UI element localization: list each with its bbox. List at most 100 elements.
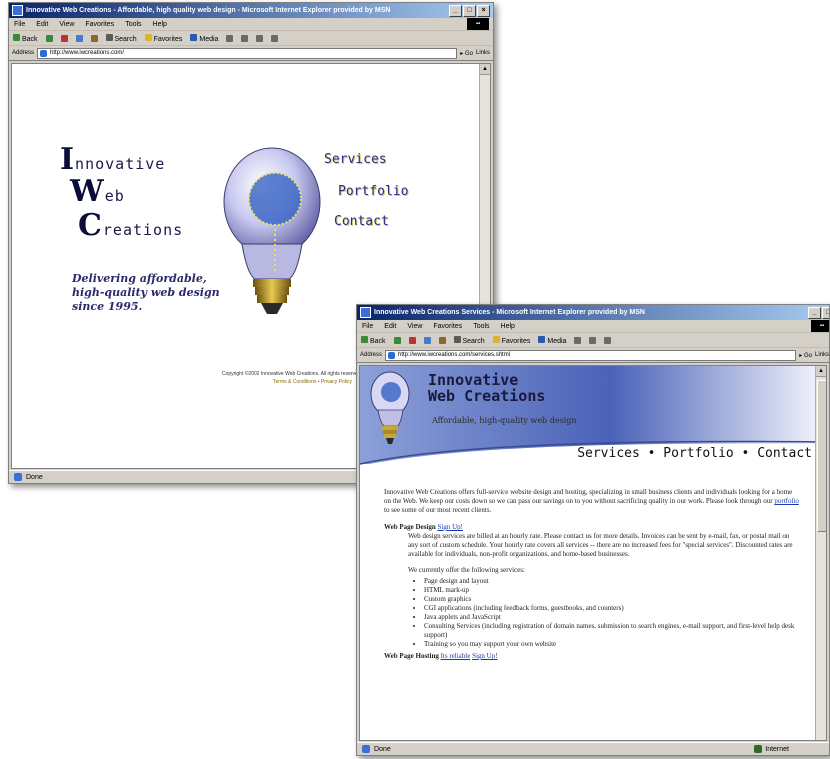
stop-icon[interactable] bbox=[408, 336, 416, 344]
footer-links[interactable]: Terms & Conditions • Privacy Policy bbox=[132, 379, 352, 385]
menu-tools[interactable]: Tools bbox=[125, 21, 141, 28]
tagline-line-2: high-quality web design bbox=[72, 286, 220, 299]
address-input[interactable]: http://www.iwcreations.com/ bbox=[37, 47, 458, 59]
ie-icon bbox=[360, 307, 371, 318]
back-button[interactable]: Back bbox=[361, 335, 386, 345]
vertical-scrollbar[interactable]: ▲ bbox=[815, 366, 826, 740]
menu-view[interactable]: View bbox=[407, 323, 422, 330]
list-item: CGI applications (including feedback for… bbox=[424, 604, 800, 613]
zone-text: Internet bbox=[765, 745, 789, 753]
address-label: Address bbox=[12, 50, 35, 56]
media-icon bbox=[190, 33, 198, 41]
go-button[interactable]: ▸ Go bbox=[799, 352, 812, 359]
search-label: Search bbox=[114, 35, 137, 43]
minimize-button[interactable]: _ bbox=[808, 307, 821, 319]
menu-file[interactable]: File bbox=[14, 21, 25, 28]
scroll-up-icon[interactable]: ▲ bbox=[816, 366, 826, 377]
forward-arrow-icon[interactable] bbox=[45, 34, 53, 42]
home-icon[interactable] bbox=[438, 336, 446, 344]
back-arrow-icon bbox=[13, 33, 20, 41]
logo-cap-c: C bbox=[78, 208, 103, 243]
search-icon bbox=[453, 335, 461, 343]
address-label: Address bbox=[360, 352, 383, 358]
logo-text-2: eb bbox=[104, 187, 125, 205]
scroll-up-icon[interactable]: ▲ bbox=[480, 64, 490, 75]
services-list: Page design and layout HTML mark-up Cust… bbox=[424, 577, 800, 649]
mail-icon[interactable] bbox=[241, 34, 249, 42]
nav-contact-link[interactable]: Contact bbox=[334, 214, 389, 229]
signup-link[interactable]: Sign Up! bbox=[437, 523, 462, 531]
forward-arrow-icon[interactable] bbox=[393, 336, 401, 344]
reliable-link[interactable]: Its reliable bbox=[441, 652, 471, 660]
scroll-thumb[interactable] bbox=[817, 380, 826, 532]
links-button[interactable]: Links bbox=[476, 50, 493, 56]
menu-tools[interactable]: Tools bbox=[473, 323, 489, 330]
menu-edit[interactable]: Edit bbox=[384, 323, 396, 330]
menu-view[interactable]: View bbox=[59, 21, 74, 28]
menu-bar: File Edit View Favorites Tools Help ▪▪ bbox=[9, 18, 493, 31]
title-bar: Innovative Web Creations - Affordable, h… bbox=[9, 3, 493, 18]
menu-edit[interactable]: Edit bbox=[36, 21, 48, 28]
list-item: HTML mark-up bbox=[424, 586, 800, 595]
media-icon bbox=[538, 335, 546, 343]
search-label: Search bbox=[462, 337, 485, 345]
globe-icon bbox=[754, 745, 763, 753]
page-viewport: Innovative Web Creations Affordable, hig… bbox=[359, 365, 827, 741]
refresh-icon[interactable] bbox=[423, 336, 431, 344]
go-button[interactable]: ▸ Go bbox=[460, 50, 473, 57]
print-icon[interactable] bbox=[604, 336, 612, 344]
search-button[interactable]: Search bbox=[105, 33, 137, 43]
close-button[interactable]: × bbox=[477, 5, 490, 17]
status-text: Done bbox=[26, 473, 43, 481]
nav-services-link[interactable]: Services bbox=[324, 152, 387, 167]
print-icon[interactable] bbox=[256, 34, 264, 42]
list-item: Page design and layout bbox=[424, 577, 800, 586]
menu-help[interactable]: Help bbox=[153, 21, 167, 28]
window-title: Innovative Web Creations - Affordable, h… bbox=[26, 7, 391, 14]
list-item: Consulting Services (including registrat… bbox=[424, 622, 800, 640]
stop-icon[interactable] bbox=[60, 34, 68, 42]
media-button[interactable]: Media bbox=[190, 33, 218, 43]
nav-portfolio-link[interactable]: Portfolio bbox=[338, 184, 408, 199]
media-label: Media bbox=[547, 337, 567, 345]
services-intro: We currently offer the following service… bbox=[408, 566, 525, 574]
favorites-icon bbox=[144, 33, 152, 41]
maximize-button[interactable]: □ bbox=[463, 5, 476, 17]
favorites-button[interactable]: Favorites bbox=[492, 335, 531, 345]
history-icon[interactable] bbox=[226, 34, 234, 42]
list-item: Java applets and JavaScript bbox=[424, 613, 800, 622]
history-icon[interactable] bbox=[574, 336, 582, 344]
portfolio-link[interactable]: portfolio bbox=[774, 497, 799, 505]
logo-line-1: Innovative bbox=[60, 142, 165, 177]
menu-favorites[interactable]: Favorites bbox=[85, 21, 114, 28]
signup-link[interactable]: Sign Up! bbox=[472, 652, 497, 660]
windows-logo-icon: ▪▪ bbox=[467, 18, 489, 30]
window-controls: _ □ × bbox=[808, 307, 829, 319]
home-icon[interactable] bbox=[90, 34, 98, 42]
media-button[interactable]: Media bbox=[538, 335, 567, 345]
status-text: Done bbox=[374, 745, 391, 753]
mail-icon[interactable] bbox=[589, 336, 597, 344]
menu-help[interactable]: Help bbox=[501, 323, 515, 330]
favorites-label: Favorites bbox=[501, 337, 531, 345]
lightbulb-icon bbox=[223, 147, 321, 314]
page-icon bbox=[14, 473, 22, 481]
menu-file[interactable]: File bbox=[362, 323, 373, 330]
maximize-button[interactable]: □ bbox=[822, 307, 829, 319]
section-web-page-design: Web Page Design Sign Up! bbox=[384, 523, 800, 532]
address-input[interactable]: http://www.iwcreations.com/services.shtm… bbox=[385, 349, 797, 361]
list-item: Custom graphics bbox=[424, 595, 800, 604]
logo-text-3: reations bbox=[102, 221, 184, 239]
search-button[interactable]: Search bbox=[453, 335, 485, 345]
back-button[interactable]: Back bbox=[13, 33, 38, 43]
edit-icon[interactable] bbox=[271, 34, 279, 42]
refresh-icon[interactable] bbox=[75, 34, 83, 42]
links-button[interactable]: Links bbox=[815, 352, 829, 358]
minimize-button[interactable]: _ bbox=[449, 5, 462, 17]
top-navigation[interactable]: Services • Portfolio • Contact bbox=[577, 446, 812, 461]
logo-line-2: Web bbox=[70, 174, 125, 209]
page-body: Innovative Web Creations offers full-ser… bbox=[384, 488, 800, 661]
back-label: Back bbox=[21, 35, 38, 43]
menu-favorites[interactable]: Favorites bbox=[433, 323, 462, 330]
favorites-button[interactable]: Favorites bbox=[144, 33, 182, 43]
